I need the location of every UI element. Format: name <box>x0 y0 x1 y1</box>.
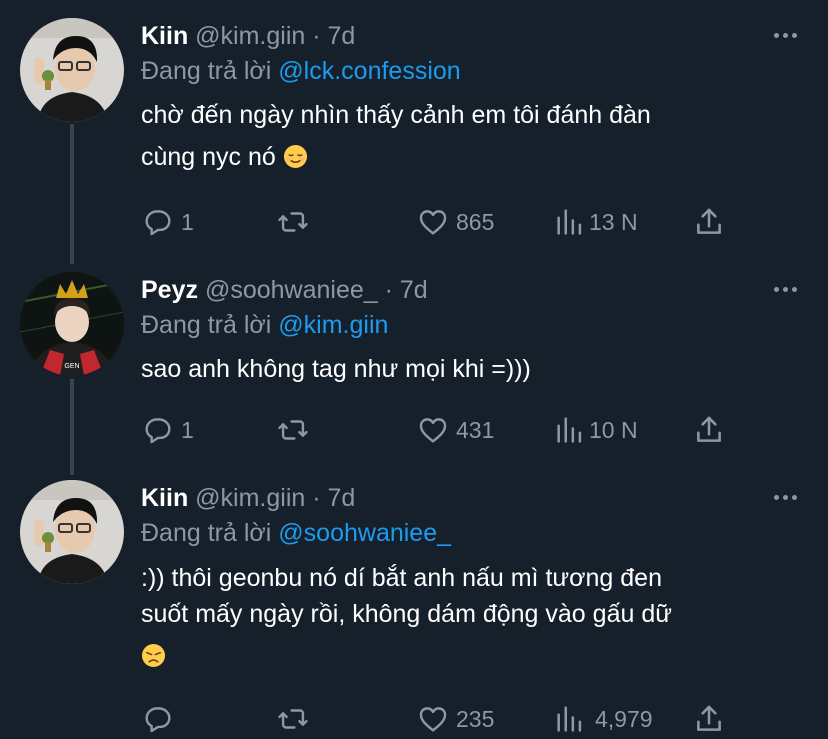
reply-icon <box>145 418 171 444</box>
reply-button[interactable]: 1 <box>141 410 194 450</box>
share-button[interactable] <box>692 202 726 242</box>
share-button[interactable] <box>692 410 726 450</box>
views-button[interactable]: 10 N <box>553 410 638 450</box>
svg-text:GEN: GEN <box>64 363 79 370</box>
view-count: 13 N <box>589 208 638 235</box>
views-button[interactable]: 4,979 <box>553 699 653 739</box>
replying-to: Đang trả lời @soohwaniee_ <box>141 516 808 550</box>
like-count: 865 <box>456 208 495 235</box>
retweet-button[interactable] <box>276 410 310 450</box>
tweet-text-line: chờ đến ngày nhìn thấy cảnh em tôi đánh … <box>141 101 651 129</box>
separator-dot: · <box>384 276 393 304</box>
tweet-content: Kiin @kim.giin · 7d Đang trả lời @lck.co… <box>141 18 808 178</box>
reply-count: 1 <box>181 208 194 235</box>
heart-icon <box>419 210 447 235</box>
like-button[interactable]: 235 <box>416 699 494 739</box>
mention-link[interactable]: @soohwaniee_ <box>278 519 451 547</box>
replying-to-label: Đang trả lời <box>141 311 272 339</box>
reply-button[interactable]: 1 <box>141 202 194 242</box>
like-count: 431 <box>456 416 495 443</box>
share-icon <box>697 416 721 442</box>
retweet-button[interactable] <box>276 699 310 739</box>
more-options-icon[interactable] <box>774 494 798 502</box>
view-count: 4,979 <box>595 705 653 732</box>
view-count: 10 N <box>589 416 638 443</box>
tweet-actions: 235 4,979 <box>141 699 731 739</box>
timestamp[interactable]: 7d <box>400 276 428 304</box>
user-handle[interactable]: @kim.giin <box>195 484 305 512</box>
more-options-icon[interactable] <box>774 286 798 294</box>
views-button[interactable]: 13 N <box>553 202 638 242</box>
tweet-kiin-1[interactable]: Kiin @kim.giin · 7d Đang trả lời @lck.co… <box>0 18 828 248</box>
avatar-kiin[interactable] <box>20 18 124 122</box>
tweet-peyz[interactable]: GEN Peyz @soohwaniee_ · 7d Đang trả lời … <box>0 272 828 462</box>
views-chart-icon <box>557 706 582 732</box>
tweet-text: :)) thôi geonbu nó dí bắt anh nấu mì tươ… <box>141 560 808 674</box>
tweet-content: Kiin @kim.giin · 7d Đang trả lời @soohwa… <box>141 480 808 674</box>
avatar-kiin[interactable] <box>20 480 124 584</box>
separator-dot: · <box>312 22 321 50</box>
display-name[interactable]: Kiin <box>141 484 188 512</box>
reply-thread: Kiin @kim.giin · 7d Đang trả lời @lck.co… <box>0 0 828 739</box>
relieved-face-icon <box>283 144 307 169</box>
display-name[interactable]: Peyz <box>141 276 198 304</box>
display-name[interactable]: Kiin <box>141 22 188 50</box>
tweet-text: sao anh không tag như mọi khi =))) <box>141 348 808 390</box>
tweet-text-line: sao anh không tag như mọi khi =))) <box>141 355 531 383</box>
tweet-actions: 1 431 10 N <box>141 410 731 450</box>
more-options-icon[interactable] <box>774 32 798 40</box>
user-handle[interactable]: @kim.giin <box>195 22 305 50</box>
replying-to: Đang trả lời @lck.confession <box>141 54 808 88</box>
heart-icon <box>419 707 447 732</box>
retweet-icon <box>278 420 308 440</box>
views-chart-icon <box>557 417 582 443</box>
tweet-text-line: cùng nyc nó <box>141 143 276 171</box>
share-icon <box>697 705 721 731</box>
replying-to-label: Đang trả lời <box>141 57 272 85</box>
timestamp[interactable]: 7d <box>328 484 356 512</box>
tweet-text-line: :)) thôi geonbu nó dí bắt anh nấu mì tươ… <box>141 564 662 592</box>
reply-count: 1 <box>181 416 194 443</box>
replying-to: Đang trả lời @kim.giin <box>141 308 808 342</box>
retweet-icon <box>278 709 308 729</box>
timestamp[interactable]: 7d <box>328 22 356 50</box>
reply-icon <box>145 707 171 733</box>
tweet-header: Kiin @kim.giin · 7d <box>141 18 808 54</box>
retweet-button[interactable] <box>276 202 310 242</box>
replying-to-label: Đang trả lời <box>141 519 272 547</box>
tweet-header: Peyz @soohwaniee_ · 7d <box>141 272 808 308</box>
mention-link[interactable]: @kim.giin <box>278 311 388 339</box>
tweet-content: Peyz @soohwaniee_ · 7d Đang trả lời @kim… <box>141 272 808 390</box>
tweet-header: Kiin @kim.giin · 7d <box>141 480 808 516</box>
share-button[interactable] <box>692 699 726 739</box>
reply-button[interactable] <box>141 699 181 739</box>
disappointed-face-icon <box>141 643 166 668</box>
avatar-peyz[interactable]: GEN <box>20 272 124 376</box>
like-button[interactable]: 431 <box>416 410 494 450</box>
like-count: 235 <box>456 705 495 732</box>
tweet-text: chờ đến ngày nhìn thấy cảnh em tôi đánh … <box>141 94 808 178</box>
share-icon <box>697 208 721 234</box>
user-handle[interactable]: @soohwaniee_ <box>205 276 378 304</box>
tweet-kiin-2[interactable]: Kiin @kim.giin · 7d Đang trả lời @soohwa… <box>0 480 828 739</box>
tweet-actions: 1 865 13 N <box>141 202 731 242</box>
reply-icon <box>145 210 171 236</box>
mention-link[interactable]: @lck.confession <box>278 57 460 85</box>
heart-icon <box>419 418 447 443</box>
views-chart-icon <box>557 209 582 235</box>
like-button[interactable]: 865 <box>416 202 494 242</box>
separator-dot: · <box>312 484 321 512</box>
tweet-text-line: suốt mấy ngày rồi, không dám động vào gấ… <box>141 600 672 628</box>
retweet-icon <box>278 212 308 232</box>
